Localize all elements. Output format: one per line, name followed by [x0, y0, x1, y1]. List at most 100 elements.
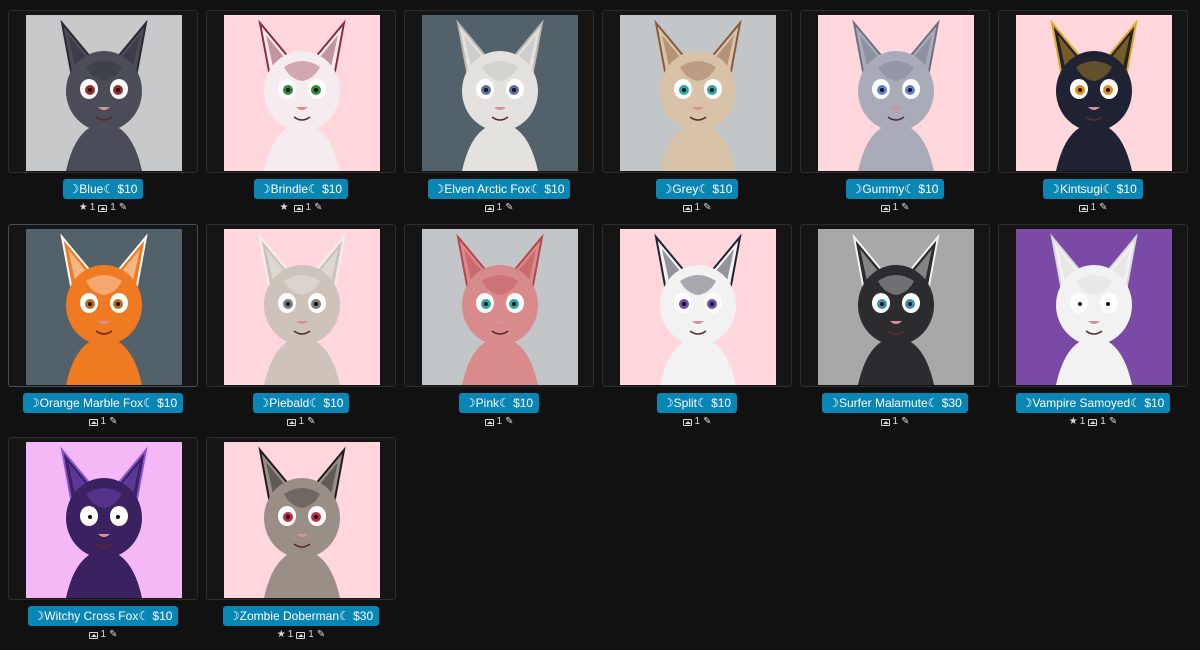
pencil-icon[interactable]: ✎	[703, 202, 711, 214]
character-name-link[interactable]: ☽Witchy Cross Fox☾ $10	[27, 606, 179, 626]
gallery-item-vampire-samoyed-10: ☽Vampire Samoyed☾ $10 ★ 1 1 ✎	[998, 224, 1188, 429]
pencil-icon[interactable]: ✎	[901, 416, 909, 428]
image-icon	[880, 204, 890, 212]
pencil-icon[interactable]: ✎	[307, 416, 315, 428]
pencil-icon[interactable]: ✎	[1109, 416, 1117, 428]
star-icon: ★	[78, 202, 88, 213]
thumbnail[interactable]	[206, 10, 396, 173]
image-icon	[98, 204, 108, 212]
image-icon	[1078, 204, 1088, 212]
character-image[interactable]	[224, 442, 380, 598]
item-stats: 1 ✎	[998, 202, 1188, 215]
item-stats: 1 ✎	[206, 416, 396, 429]
item-stats: ★ 1 1 ✎	[8, 202, 198, 215]
gallery-item-split-10: ☽Split☾ $10 1 ✎	[602, 224, 792, 429]
image-icon	[88, 418, 98, 426]
character-image[interactable]	[422, 15, 578, 171]
item-stats: ★ 1 1 ✎	[998, 416, 1188, 429]
pencil-icon[interactable]: ✎	[505, 202, 513, 214]
gallery-grid: ☽Blue☾ $10 ★ 1 1 ✎ ☽Brindle☾ $10 ★ 1 ✎ ☽…	[0, 0, 1200, 650]
item-stats: 1 ✎	[602, 202, 792, 215]
image-icon	[484, 204, 494, 212]
image-icon	[1088, 418, 1098, 426]
pencil-icon[interactable]: ✎	[1099, 202, 1107, 214]
character-name-link[interactable]: ☽Elven Arctic Fox☾ $10	[427, 179, 571, 199]
pencil-icon[interactable]: ✎	[505, 416, 513, 428]
thumbnail[interactable]	[8, 224, 198, 387]
character-name-link[interactable]: ☽Vampire Samoyed☾ $10	[1015, 393, 1171, 413]
item-stats: ★ 1 ✎	[206, 202, 396, 215]
character-image[interactable]	[26, 229, 182, 385]
thumbnail[interactable]	[602, 224, 792, 387]
thumbnail[interactable]	[998, 224, 1188, 387]
pencil-icon[interactable]: ✎	[703, 416, 711, 428]
item-stats: 1 ✎	[8, 629, 198, 642]
image-count: 1	[694, 202, 701, 213]
item-stats: 1 ✎	[800, 202, 990, 215]
thumbnail[interactable]	[8, 437, 198, 600]
character-image[interactable]	[620, 229, 776, 385]
thumbnail[interactable]	[206, 437, 396, 600]
image-count: 1	[100, 416, 107, 427]
image-icon	[286, 418, 296, 426]
pencil-icon[interactable]: ✎	[109, 629, 117, 641]
image-icon	[293, 204, 303, 212]
character-name-link[interactable]: ☽Gummy☾ $10	[845, 179, 945, 199]
gallery-item-orange-marble-fox-10: ☽Orange Marble Fox☾ $10 1 ✎	[8, 224, 198, 429]
pencil-icon[interactable]: ✎	[317, 629, 325, 641]
image-count: 1	[110, 202, 116, 213]
image-icon	[682, 418, 692, 426]
pencil-icon[interactable]: ✎	[109, 416, 117, 428]
thumbnail[interactable]	[404, 224, 594, 387]
thumbnail[interactable]	[800, 10, 990, 173]
gallery-item-brindle-10: ☽Brindle☾ $10 ★ 1 ✎	[206, 10, 396, 215]
thumbnail[interactable]	[404, 10, 594, 173]
character-image[interactable]	[26, 15, 182, 171]
character-name-link[interactable]: ☽Blue☾ $10	[62, 179, 144, 199]
gallery-item-pink-10: ☽Pink☾ $10 1 ✎	[404, 224, 594, 429]
gallery-item-elven-arctic-fox-10: ☽Elven Arctic Fox☾ $10 1 ✎	[404, 10, 594, 215]
character-image[interactable]	[1016, 229, 1172, 385]
character-name-link[interactable]: ☽Piebald☾ $10	[252, 393, 350, 413]
character-name-link[interactable]: ☽Split☾ $10	[656, 393, 738, 413]
image-icon	[880, 418, 890, 426]
thumbnail[interactable]	[8, 10, 198, 173]
thumbnail[interactable]	[998, 10, 1188, 173]
gallery-item-surfer-malamute-30: ☽Surfer Malamute☾ $30 1 ✎	[800, 224, 990, 429]
character-image[interactable]	[1016, 15, 1172, 171]
character-name-link[interactable]: ☽Surfer Malamute☾ $30	[822, 393, 968, 413]
character-name-link[interactable]: ☽Kintsugi☾ $10	[1043, 179, 1143, 199]
pencil-icon[interactable]: ✎	[314, 202, 322, 214]
item-stats: 1 ✎	[800, 416, 990, 429]
image-icon	[88, 631, 98, 639]
character-image[interactable]	[224, 229, 380, 385]
gallery-item-gummy-10: ☽Gummy☾ $10 1 ✎	[800, 10, 990, 215]
thumbnail[interactable]	[602, 10, 792, 173]
image-count: 1	[308, 629, 314, 640]
character-name-link[interactable]: ☽Brindle☾ $10	[253, 179, 349, 199]
character-image[interactable]	[818, 229, 974, 385]
thumbnail[interactable]	[206, 224, 396, 387]
pencil-icon[interactable]: ✎	[901, 202, 909, 214]
item-stats: ★ 1 1 ✎	[206, 629, 396, 642]
character-image[interactable]	[26, 442, 182, 598]
character-name-link[interactable]: ☽Zombie Doberman☾ $30	[222, 606, 380, 626]
gallery-item-grey-10: ☽Grey☾ $10 1 ✎	[602, 10, 792, 215]
image-count: 1	[496, 202, 503, 213]
character-name-link[interactable]: ☽Grey☾ $10	[655, 179, 739, 199]
character-image[interactable]	[818, 15, 974, 171]
image-count: 1	[694, 416, 701, 427]
image-count: 1	[1090, 202, 1097, 213]
character-image[interactable]	[422, 229, 578, 385]
image-count: 1	[496, 416, 503, 427]
character-name-link[interactable]: ☽Orange Marble Fox☾ $10	[22, 393, 184, 413]
pencil-icon[interactable]: ✎	[119, 202, 127, 214]
image-count: 1	[892, 202, 899, 213]
character-name-link[interactable]: ☽Pink☾ $10	[458, 393, 540, 413]
gallery-item-blue-10: ☽Blue☾ $10 ★ 1 1 ✎	[8, 10, 198, 215]
character-image[interactable]	[224, 15, 380, 171]
character-image[interactable]	[620, 15, 776, 171]
thumbnail[interactable]	[800, 224, 990, 387]
gallery-item-zombie-doberman-30: ☽Zombie Doberman☾ $30 ★ 1 1 ✎	[206, 437, 396, 642]
favorite-count: 1	[287, 629, 294, 640]
